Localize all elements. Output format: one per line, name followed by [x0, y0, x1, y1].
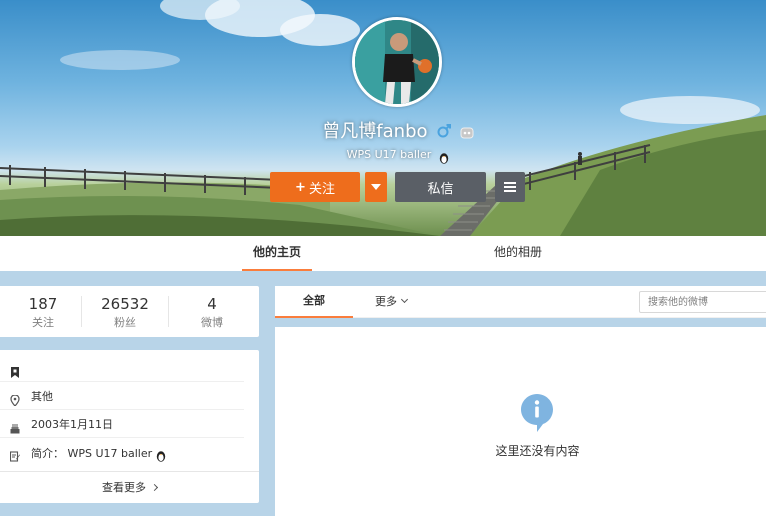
stat-followers-label: 粉丝 [114, 316, 136, 329]
view-more-link[interactable]: 查看更多 [0, 471, 259, 503]
follow-dropdown-button[interactable] [365, 172, 387, 202]
stat-following-label: 关注 [32, 316, 54, 329]
profile-bio-row: WPS U17 baller [0, 144, 766, 164]
profile-name-row: 曾凡博fanbo [0, 117, 766, 143]
stat-following[interactable]: 187 关注 [0, 286, 86, 337]
info-row-tag [0, 355, 244, 382]
birthday-cake-icon [10, 419, 20, 433]
message-label: 私信 [427, 181, 454, 197]
follow-label: 关注 [308, 181, 335, 197]
penguin-emoji-icon [156, 447, 166, 462]
profile-tab-bar: 他的主页 他的相册 [0, 236, 766, 271]
info-row-intro: 简介： WPS U17 baller [0, 439, 244, 466]
empty-state-text: 这里还没有内容 [495, 444, 580, 458]
bookmark-icon [10, 363, 20, 378]
filter-more-label: 更多 [375, 295, 397, 308]
stat-followers-count: 26532 [101, 295, 149, 313]
avatar[interactable] [352, 17, 442, 107]
profile-name: 曾凡博fanbo [322, 121, 428, 142]
more-menu-button[interactable] [495, 172, 525, 202]
avatar-photo [355, 20, 439, 104]
male-gender-icon [437, 123, 452, 138]
view-more-label: 查看更多 [102, 481, 146, 494]
chevron-down-icon [400, 295, 409, 304]
info-row-location: 其他 [0, 383, 244, 410]
member-badge-icon[interactable] [460, 124, 474, 138]
tab-album[interactable]: 他的相册 [483, 236, 553, 271]
plus-icon: + [295, 179, 306, 195]
hamburger-icon [504, 182, 516, 192]
edit-icon [9, 447, 20, 462]
message-button[interactable]: 私信 [395, 172, 486, 202]
stat-posts-count: 4 [207, 295, 217, 313]
profile-bio: WPS U17 baller [346, 148, 432, 161]
feed-content: 这里还没有内容 [275, 327, 766, 516]
tab-home[interactable]: 他的主页 [242, 236, 312, 271]
feed-toolbar: 全部 更多 [275, 286, 766, 318]
info-panel: 其他 2003年1月11日 简介： WPS U17 baller 查看更多 [0, 350, 259, 503]
stat-posts[interactable]: 4 微博 [169, 286, 255, 337]
location-icon [10, 391, 20, 407]
search-posts-input[interactable] [639, 291, 766, 313]
filter-all-tab[interactable]: 全部 [275, 286, 353, 318]
info-bubble-icon [521, 394, 553, 432]
info-intro-text: 简介： WPS U17 baller [31, 446, 153, 460]
chevron-right-icon [150, 483, 159, 492]
info-row-birthday: 2003年1月11日 [0, 411, 244, 438]
stat-followers[interactable]: 26532 粉丝 [82, 286, 168, 337]
info-location-text: 其他 [31, 390, 53, 403]
info-birthday-text: 2003年1月11日 [31, 418, 113, 431]
follow-button[interactable]: + 关注 [270, 172, 360, 202]
stat-posts-label: 微博 [201, 316, 223, 329]
caret-down-icon [371, 184, 381, 190]
stat-following-count: 187 [28, 295, 58, 313]
penguin-emoji-icon [439, 149, 449, 164]
filter-more-dropdown[interactable]: 更多 [375, 286, 409, 318]
stats-panel: 187 关注 26532 粉丝 4 微博 [0, 286, 259, 337]
